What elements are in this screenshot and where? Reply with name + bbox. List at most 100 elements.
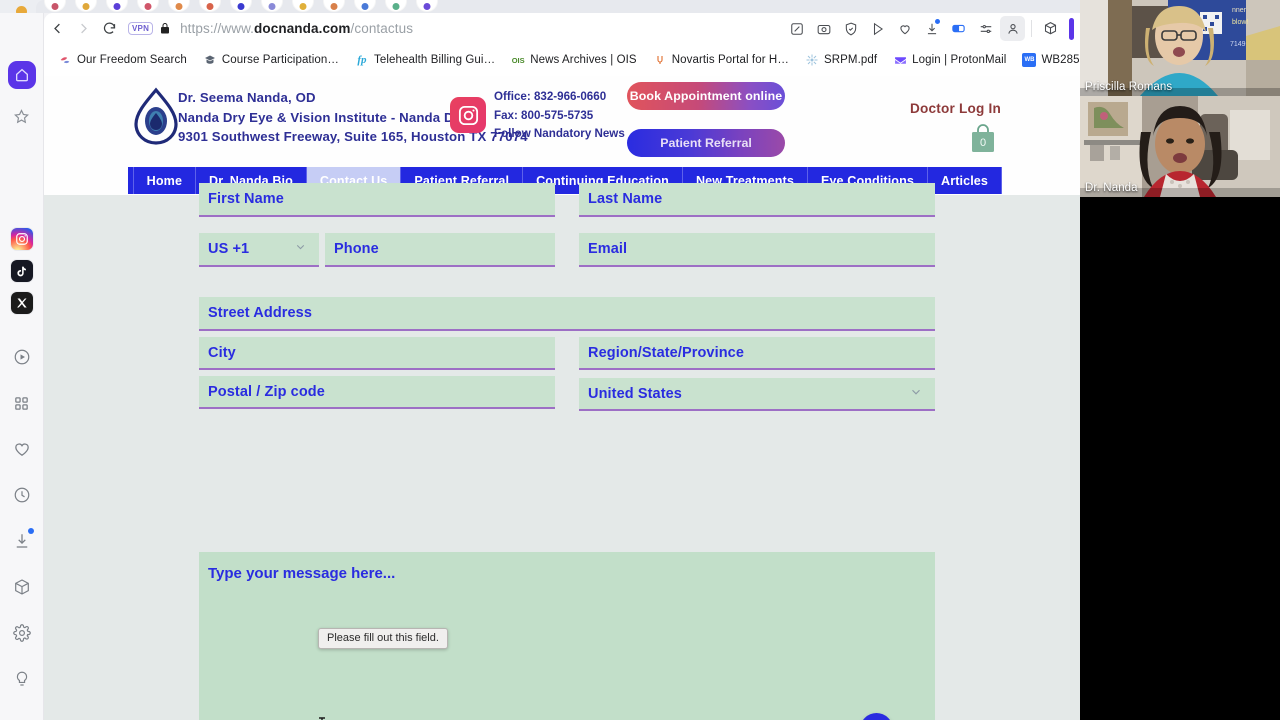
bookmark-item[interactable]: Novartis Portal for H… [647, 50, 795, 70]
message-placeholder: Type your message here... [208, 565, 396, 582]
heart-icon[interactable] [892, 16, 917, 41]
book-appointment-button[interactable]: Book Appointment online [627, 82, 785, 110]
rail-social-group [9, 227, 34, 315]
sidebar-heart-icon[interactable] [9, 436, 35, 462]
country-select[interactable]: United States [579, 378, 935, 411]
bookmark-label: SRPM.pdf [823, 54, 878, 66]
profile-icon[interactable] [1000, 16, 1025, 41]
sidebar-box-icon[interactable] [9, 574, 35, 600]
sidebar-home-icon[interactable] [7, 61, 36, 89]
bookmark-item[interactable]: SRPM.pdf [799, 50, 883, 70]
validation-tooltip: Please fill out this field. [318, 628, 448, 649]
tab[interactable] [292, 0, 314, 12]
bookmark-label: Our Freedom Search [77, 54, 187, 66]
chevron-down-icon [909, 385, 923, 403]
tab[interactable] [44, 0, 66, 12]
download-icon[interactable] [919, 16, 944, 41]
tab[interactable] [199, 0, 221, 12]
bookmark-item[interactable]: Course Participation… [197, 50, 345, 70]
sidebar-star-icon[interactable] [9, 103, 35, 129]
forward-button[interactable] [70, 16, 96, 42]
country-code-select[interactable]: US +1 [199, 233, 319, 267]
settings-sliders-icon[interactable] [973, 16, 998, 41]
sidebar-gear-icon[interactable] [9, 620, 35, 646]
sidebar-grid-icon[interactable] [9, 390, 35, 416]
email-input[interactable]: Email [579, 233, 935, 267]
sidebar-play-circle-icon[interactable] [9, 344, 35, 370]
tab[interactable] [261, 0, 283, 12]
ois-favicon: OIS [511, 55, 525, 65]
browser-window: VPN https://www.docnanda.com/contactus O… [0, 0, 1080, 720]
course-favicon [203, 53, 217, 67]
tab[interactable] [416, 0, 438, 12]
back-button[interactable] [44, 16, 70, 42]
shopping-bag-icon[interactable]: 0 [969, 123, 997, 153]
split-view-icon[interactable] [946, 16, 971, 41]
nav-item-home[interactable]: Home [134, 167, 197, 194]
bookmark-item[interactable]: fp Telehealth Billing Gui… [349, 50, 501, 70]
sidebar-tiktok-wrap[interactable] [9, 259, 34, 283]
sidebar-instagram-icon[interactable] [10, 228, 33, 250]
nanda-eye-drop-logo [128, 87, 184, 147]
browser-toolbar: VPN https://www.docnanda.com/contactus [44, 13, 1080, 44]
sidebar-x-wrap[interactable] [9, 291, 34, 315]
tab[interactable] [385, 0, 407, 12]
sidebar-download-icon[interactable] [9, 528, 35, 554]
video-tile-dr-nanda[interactable]: Dr. Nanda [1080, 96, 1280, 197]
vpn-badge[interactable]: VPN [128, 22, 154, 35]
sidebar-x-icon[interactable] [10, 292, 33, 314]
bookmark-item[interactable]: Login | ProtonMail [887, 50, 1012, 70]
tab[interactable] [168, 0, 190, 12]
fp-favicon: fp [357, 54, 367, 66]
tab-row[interactable] [44, 0, 438, 12]
message-textarea[interactable]: Type your message here... [199, 552, 935, 720]
doctor-login-link[interactable]: Doctor Log In [910, 101, 1001, 116]
lock-icon [159, 22, 171, 35]
street-address-input[interactable]: Street Address [199, 297, 935, 331]
tab[interactable] [354, 0, 376, 12]
tab[interactable] [323, 0, 345, 12]
tab[interactable] [137, 0, 159, 12]
postal-code-input[interactable]: Postal / Zip code [199, 376, 555, 409]
first-name-input[interactable]: First Name [199, 183, 555, 217]
extension-cube-icon[interactable] [1038, 16, 1063, 41]
instagram-badge-icon[interactable] [450, 97, 486, 133]
sidebar-bulb-icon[interactable] [9, 666, 35, 692]
sidebar-instagram-wrap[interactable] [9, 227, 34, 251]
reload-button[interactable] [96, 16, 122, 42]
annotate-icon[interactable] [784, 16, 809, 41]
bookmark-label: Course Participation… [221, 54, 339, 66]
city-input[interactable]: City [199, 337, 555, 370]
last-name-input[interactable]: Last Name [579, 183, 935, 217]
video-participant-name: Priscilla Romans [1085, 81, 1173, 93]
tab-strip[interactable] [0, 0, 1080, 13]
bookmark-item[interactable]: OIS News Archives | OIS [505, 50, 643, 70]
patient-referral-button[interactable]: Patient Referral [627, 129, 785, 157]
video-panel-empty-area [1080, 197, 1280, 720]
region-input[interactable]: Region/State/Province [579, 337, 935, 370]
country-value: United States [588, 385, 682, 402]
bookmarks-bar: Our Freedom Search Course Participation…… [44, 44, 1080, 76]
bookmark-label: Novartis Portal for H… [671, 54, 789, 66]
tab[interactable] [230, 0, 252, 12]
video-tile-priscilla[interactable]: nner blow! 7149 Priscilla Romans [1080, 0, 1280, 96]
sidebar-tiktok-icon[interactable] [10, 260, 33, 282]
url-domain: docnanda.com [254, 21, 351, 36]
sidebar-toggle-bar[interactable] [1069, 17, 1074, 40]
cart-count: 0 [980, 137, 986, 149]
tab[interactable] [106, 0, 128, 12]
address-bar[interactable]: https://www.docnanda.com/contactus [180, 21, 413, 36]
screenshot-icon[interactable] [811, 16, 836, 41]
bookmark-item[interactable]: Our Freedom Search [52, 50, 193, 70]
video-participant-name: Dr. Nanda [1085, 182, 1138, 194]
novartis-favicon [653, 53, 667, 67]
bookmark-item[interactable]: WB WB2857 Accreditati… [1016, 50, 1080, 70]
send-icon[interactable] [865, 16, 890, 41]
toolbar-actions [784, 16, 1080, 41]
shield-check-icon[interactable] [838, 16, 863, 41]
contact-form: First Name Last Name US +1 Phone Email S… [44, 183, 1080, 720]
tab[interactable] [75, 0, 97, 12]
nav-item-articles[interactable]: Articles [928, 167, 1002, 194]
sidebar-clock-icon[interactable] [9, 482, 35, 508]
phone-input[interactable]: Phone [325, 233, 555, 267]
